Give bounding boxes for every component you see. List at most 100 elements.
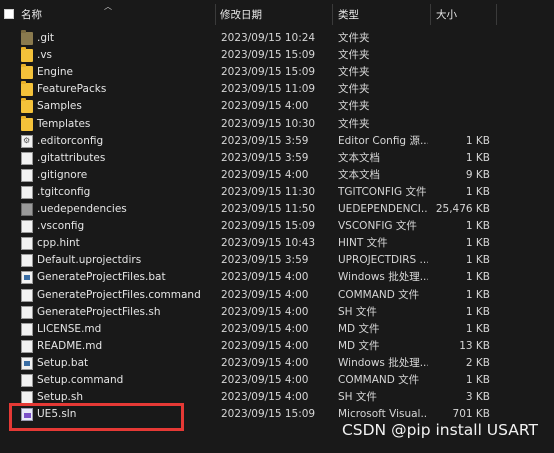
file-date: 2023/09/15 3:59 — [221, 134, 309, 147]
file-name: Default.uprojectdirs — [37, 254, 142, 267]
file-row[interactable]: LICENSE.md 2023/09/15 4:00 MD 文件 1 KB — [0, 321, 554, 338]
file-row[interactable]: .gitignore 2023/09/15 4:00 文本文档 9 KB — [0, 167, 554, 184]
file-size: 1 KB — [465, 271, 490, 284]
column-header-size[interactable]: 大小 — [436, 0, 457, 29]
file-size: 13 KB — [459, 339, 490, 352]
file-type: COMMAND 文件 — [338, 288, 420, 301]
file-date: 2023/09/15 4:00 — [221, 271, 309, 284]
file-date: 2023/09/15 4:00 — [221, 322, 309, 335]
file-type: 文件夹 — [338, 100, 370, 113]
file-size: 1 KB — [465, 220, 490, 233]
file-row[interactable]: GenerateProjectFiles.bat 2023/09/15 4:00 W… — [0, 269, 554, 286]
file-row[interactable]: .gitattributes 2023/09/15 3:59 文本文档 1 KB — [0, 150, 554, 167]
file-row[interactable]: .vs 2023/09/15 15:09 文件夹 — [0, 47, 554, 64]
file-row[interactable]: GenerateProjectFiles.sh 2023/09/15 4:00 SH… — [0, 304, 554, 321]
file-name: Setup.bat — [37, 356, 89, 369]
file-size: 2 KB — [465, 356, 490, 369]
file-icon — [21, 220, 33, 234]
file-date: 2023/09/15 4:00 — [221, 288, 309, 301]
column-header-date-label: 修改日期 — [220, 9, 262, 21]
folder-icon — [21, 81, 33, 97]
file-row[interactable]: Samples 2023/09/15 4:00 文件夹 — [0, 98, 554, 115]
file-name: LICENSE.md — [37, 322, 102, 335]
file-name: GenerateProjectFiles.bat — [37, 271, 166, 284]
file-row[interactable]: GenerateProjectFiles.command 2023/09/15 4… — [0, 287, 554, 304]
file-date: 2023/09/15 3:59 — [221, 151, 309, 164]
file-date: 2023/09/15 11:30 — [221, 185, 316, 198]
watermark: CSDN @pip install USART — [341, 421, 538, 439]
file-size: 1 KB — [465, 254, 490, 267]
file-type: SH 文件 — [338, 305, 377, 318]
file-row[interactable]: Setup.command 2023/09/15 4:00 COMMAND 文件 1 … — [0, 372, 554, 389]
file-row[interactable]: .uedependencies 2023/09/15 11:50 UEDEPENDE… — [0, 201, 554, 218]
file-name: cpp.hint — [37, 237, 80, 250]
file-size: 25,476 KB — [435, 203, 490, 215]
file-icon — [21, 339, 33, 353]
file-row[interactable]: Setup.bat 2023/09/15 4:00 Windows 批处理... 2 … — [0, 355, 554, 372]
column-divider[interactable] — [430, 4, 431, 25]
file-icon — [21, 305, 33, 319]
file-date: 2023/09/15 3:59 — [221, 254, 309, 267]
column-divider[interactable] — [496, 4, 497, 25]
file-row[interactable]: .editorconfig 2023/09/15 3:59 Editor Confi… — [0, 133, 554, 150]
file-date: 2023/09/15 4:00 — [221, 339, 309, 352]
column-header-type[interactable]: 类型 — [338, 0, 359, 29]
file-icon — [21, 168, 33, 182]
file-icon — [21, 322, 33, 336]
file-date: 2023/09/15 15:09 — [221, 49, 316, 62]
file-name: Samples — [37, 100, 82, 113]
file-row[interactable]: FeaturePacks 2023/09/15 11:09 文件夹 — [0, 81, 554, 98]
batch-file-icon — [21, 356, 33, 370]
file-date: 2023/09/15 4:00 — [221, 374, 309, 386]
file-row[interactable]: Default.uprojectdirs 2023/09/15 3:59 UPROJ… — [0, 252, 554, 269]
file-icon — [21, 254, 33, 268]
config-file-icon — [21, 134, 33, 148]
file-size: 1 KB — [465, 305, 490, 318]
folder-icon — [21, 30, 33, 45]
file-name: Setup.command — [37, 374, 124, 386]
column-divider[interactable] — [332, 4, 333, 25]
file-type: UEDEPENDENCI... — [338, 203, 428, 215]
file-type: MD 文件 — [338, 339, 380, 352]
file-type: 文件夹 — [338, 66, 370, 79]
file-size: 1 KB — [465, 151, 490, 164]
folder-icon — [21, 64, 33, 80]
file-type: UPROJECTDIRS ... — [338, 254, 428, 267]
file-type: Microsoft Visual... — [338, 408, 428, 421]
file-date: 2023/09/15 4:00 — [221, 356, 309, 369]
column-header-name[interactable]: 名称 — [21, 0, 42, 29]
file-date: 2023/09/15 15:09 — [221, 66, 316, 79]
file-row[interactable]: .git 2023/09/15 10:24 文件夹 — [0, 30, 554, 47]
file-row[interactable]: README.md 2023/09/15 4:00 MD 文件 13 KB — [0, 338, 554, 355]
file-type: COMMAND 文件 — [338, 374, 420, 386]
file-type: Editor Config 源... — [338, 134, 428, 147]
file-name: GenerateProjectFiles.command — [37, 288, 201, 301]
select-all-checkbox[interactable] — [4, 9, 14, 19]
file-icon — [21, 374, 33, 387]
folder-icon — [21, 115, 33, 131]
file-icon — [21, 151, 33, 165]
file-row[interactable]: Engine 2023/09/15 15:09 文件夹 — [0, 64, 554, 81]
column-header-date[interactable]: 修改日期 — [220, 0, 262, 29]
file-type: SH 文件 — [338, 391, 377, 404]
file-size: 1 KB — [465, 322, 490, 335]
file-row[interactable]: cpp.hint 2023/09/15 10:43 HINT 文件 1 KB — [0, 235, 554, 252]
file-date: 2023/09/15 4:00 — [221, 100, 309, 113]
column-header-name-label: 名称 — [21, 9, 42, 21]
file-type: 文件夹 — [338, 49, 370, 62]
file-date: 2023/09/15 4:00 — [221, 391, 309, 404]
file-type: 文本文档 — [338, 168, 380, 181]
file-row[interactable]: Templates 2023/09/15 10:30 文件夹 — [0, 115, 554, 133]
file-size: 1 KB — [465, 288, 490, 301]
sort-chevron-up-icon: ︿ — [104, 2, 112, 11]
file-name: .editorconfig — [37, 134, 104, 147]
file-row[interactable]: .vsconfig 2023/09/15 15:09 VSCONFIG 文件 1 KB — [0, 218, 554, 235]
file-name: GenerateProjectFiles.sh — [37, 305, 161, 318]
column-divider[interactable] — [215, 4, 216, 25]
file-row[interactable]: .tgitconfig 2023/09/15 11:30 TGITCONFIG 文件… — [0, 184, 554, 201]
file-name: README.md — [37, 339, 103, 352]
file-type: Windows 批处理... — [338, 271, 428, 284]
file-size: 1 KB — [465, 374, 490, 386]
folder-icon — [21, 98, 33, 114]
file-date: 2023/09/15 11:09 — [221, 83, 316, 96]
